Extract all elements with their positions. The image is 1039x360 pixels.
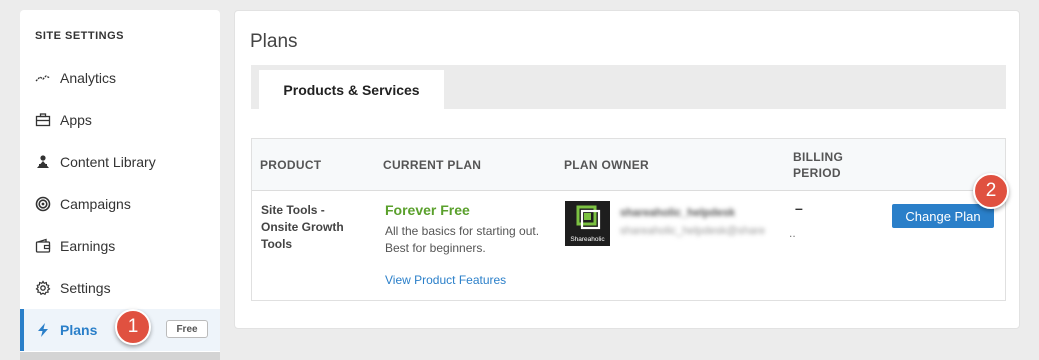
svg-text:Shareaholic: Shareaholic (570, 236, 605, 243)
content-library-icon (34, 153, 52, 171)
sidebar-item-label: Content Library (60, 154, 156, 170)
sidebar-footer (20, 352, 220, 360)
sidebar-item-label: Analytics (60, 70, 117, 86)
plan-description: All the basics for starting out. Best fo… (385, 224, 540, 255)
sidebar-item-analytics[interactable]: Analytics (20, 57, 220, 99)
sidebar-heading: SITE SETTINGS (35, 30, 125, 42)
owner-name: shareaholic_helpdesk (620, 207, 735, 219)
sidebar-item-label: Settings (60, 280, 111, 296)
target-icon (34, 195, 52, 213)
sidebar-item-settings[interactable]: Settings (20, 267, 220, 309)
owner-logo: Shareaholic (565, 201, 610, 246)
gear-icon (34, 279, 52, 297)
tabs-bar: Products & Services (251, 65, 1006, 109)
callout-2: 2 (973, 173, 1009, 209)
column-header-product: PRODUCT (260, 158, 322, 172)
plan-badge: Free (166, 320, 208, 338)
owner-email: shareaholic_helpdesk@share (620, 225, 766, 237)
callout-1: 1 (115, 309, 151, 345)
sidebar-item-campaigns[interactable]: Campaigns (20, 183, 220, 225)
sidebar-item-apps[interactable]: Apps (20, 99, 220, 141)
sidebar-item-label: Earnings (60, 238, 116, 254)
shareaholic-logo-icon: Shareaholic (570, 205, 605, 243)
sidebar-item-earnings[interactable]: Earnings (20, 225, 220, 267)
briefcase-icon (34, 111, 52, 129)
sidebar: SITE SETTINGS Analytics Apps Content Lib… (20, 10, 220, 352)
billing-period-value: – (795, 200, 803, 216)
owner-email-ellipsis: .. (789, 226, 796, 240)
table-header: PRODUCT CURRENT PLAN PLAN OWNER BILLING … (252, 139, 1005, 191)
column-header-billing-period: BILLING PERIOD (793, 150, 844, 180)
view-product-features-link[interactable]: View Product Features (385, 272, 506, 289)
wallet-icon (34, 237, 52, 255)
product-name: Site Tools - Onsite Growth Tools (261, 203, 344, 251)
change-plan-button[interactable]: Change Plan (892, 204, 994, 228)
analytics-icon (34, 69, 52, 87)
sidebar-item-label: Plans (60, 322, 98, 338)
main-panel: Plans Products & Services PRODUCT CURREN… (234, 10, 1020, 329)
sidebar-item-label: Apps (60, 112, 92, 128)
column-header-current-plan: CURRENT PLAN (383, 158, 482, 172)
sidebar-item-label: Campaigns (60, 196, 131, 212)
plan-name: Forever Free (385, 202, 470, 218)
plans-table: PRODUCT CURRENT PLAN PLAN OWNER BILLING … (251, 138, 1006, 301)
column-header-plan-owner: PLAN OWNER (564, 158, 649, 172)
page-title: Plans (250, 31, 298, 52)
sidebar-item-content-library[interactable]: Content Library (20, 141, 220, 183)
tab-products-services[interactable]: Products & Services (259, 70, 444, 109)
lightning-icon (34, 321, 52, 339)
